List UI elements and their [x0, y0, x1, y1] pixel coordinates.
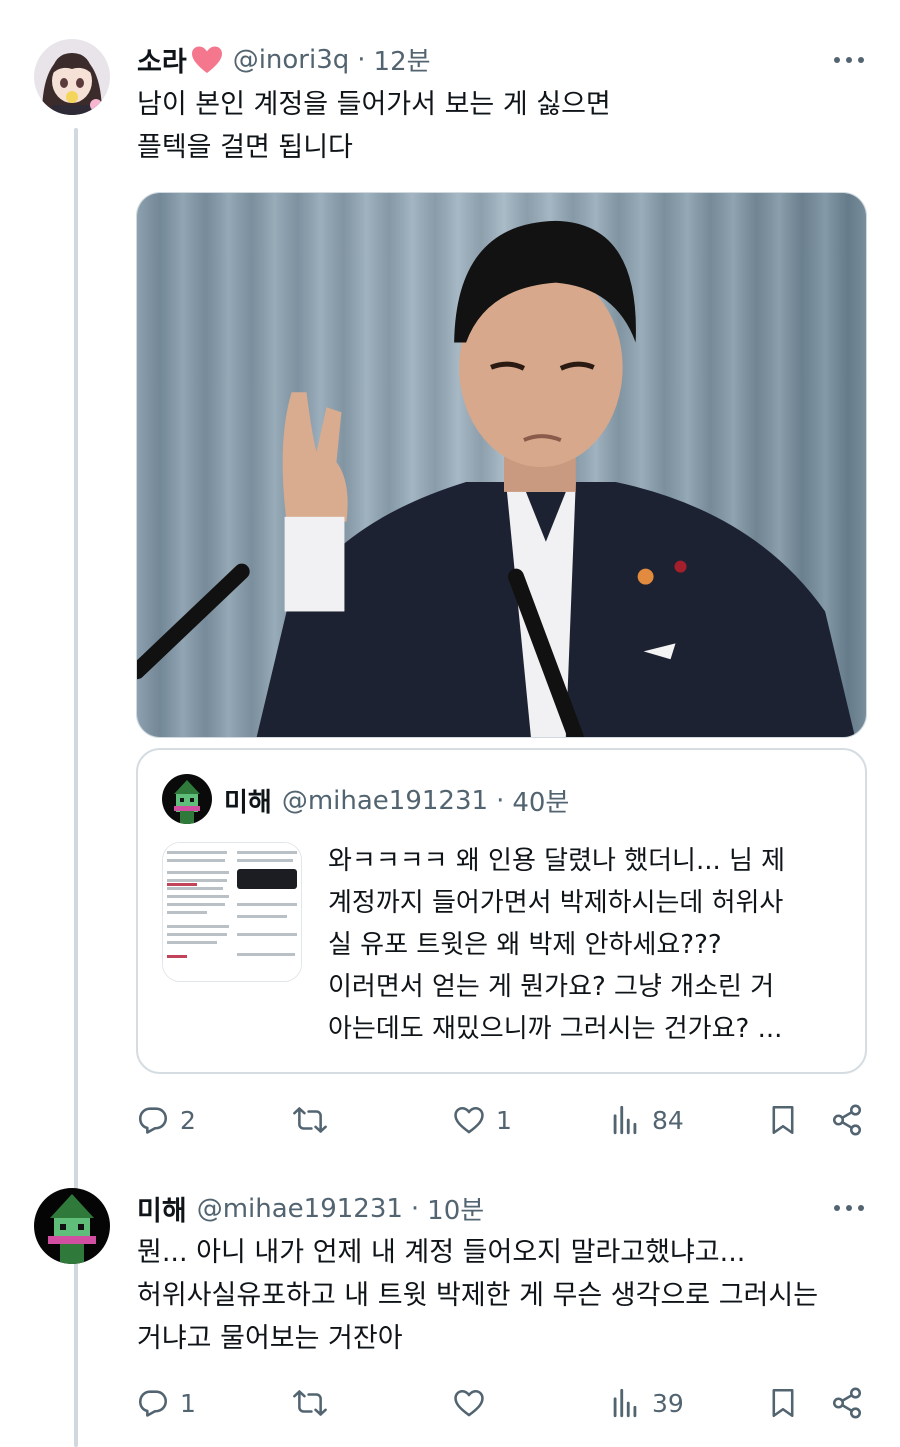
share-button[interactable]	[830, 1383, 864, 1423]
tweet1-display-name[interactable]: 소라	[137, 40, 187, 79]
quote-timestamp[interactable]: 40분	[512, 782, 569, 819]
tweet1-text-line: 남이 본인 계정을 들어가서 보는 게 싫으면	[137, 89, 611, 120]
tweet2-handle[interactable]: @mihae191231	[197, 1194, 403, 1224]
tweet2-text: 뭔... 아니 내가 언제 내 계정 들어오지 말라고했냐고... 허위사실유포…	[137, 1231, 872, 1360]
quote-screenshot-thumbnail[interactable]	[162, 842, 302, 982]
avatar-mihae[interactable]	[34, 1188, 110, 1264]
views-button[interactable]: 84	[608, 1100, 684, 1140]
quote-text-line: 와ㅋㅋㅋㅋ 왜 인용 달렸나 했더니... 님 제	[328, 846, 786, 876]
quote-text-line: 아는데도 재밌으니까 그러시는 건가요? ...	[328, 1014, 783, 1044]
tweet1-text: 남이 본인 계정을 들어가서 보는 게 싫으면 플텍을 걸면 됩니다	[137, 83, 872, 169]
views-icon	[613, 1388, 637, 1418]
tweet2-display-name[interactable]: 미해	[137, 1189, 187, 1228]
retweet-button[interactable]	[293, 1383, 337, 1423]
more-dots-icon[interactable]	[834, 55, 864, 65]
share-button[interactable]	[830, 1100, 864, 1140]
press-conference-photo	[137, 193, 866, 737]
tweet1-text-line: 플텍을 걸면 됩니다	[137, 132, 353, 163]
quote-header: 미해 @mihae191231 · 40분	[224, 782, 569, 819]
bookmark-icon	[772, 1388, 794, 1418]
view-count: 39	[652, 1388, 684, 1418]
reply-count: 1	[180, 1388, 196, 1418]
tweet2-text-line: 거냐고 물어보는 거잔아	[137, 1323, 403, 1354]
like-count: 1	[496, 1105, 512, 1135]
bookmark-icon	[772, 1105, 794, 1135]
like-button[interactable]	[452, 1383, 496, 1423]
tweet1-handle[interactable]: @inori3q	[233, 45, 350, 75]
reply-button[interactable]: 2	[136, 1100, 196, 1140]
tweet2-action-bar: 1 39	[136, 1383, 866, 1423]
retweet-button[interactable]	[293, 1100, 337, 1140]
tweet2-timestamp[interactable]: 10분	[427, 1190, 484, 1227]
tweet1-photo[interactable]	[136, 192, 867, 738]
quote-text-line: 이러면서 얻는 게 뭔가요? 그냥 개소린 거	[328, 972, 775, 1002]
views-button[interactable]: 39	[608, 1383, 684, 1423]
tweet2-text-line: 뭔... 아니 내가 언제 내 계정 들어오지 말라고했냐고...	[137, 1237, 746, 1268]
quote-text-line: 계정까지 들어가면서 박제하시는데 허위사	[328, 888, 784, 918]
heart-icon	[454, 1389, 484, 1417]
avatar-sora[interactable]	[34, 39, 110, 115]
views-icon	[613, 1105, 637, 1135]
bookmark-button[interactable]	[766, 1383, 800, 1423]
avatar-sora-image	[34, 39, 110, 115]
screenshot-thumbnail-image	[163, 843, 301, 981]
pixel-goat-avatar	[162, 774, 212, 824]
more-dots-icon[interactable]	[834, 1203, 864, 1213]
quoted-tweet-card[interactable]: 미해 @mihae191231 · 40분 와ㅋㅋㅋㅋ 왜 인용 달렸나 했더니…	[136, 748, 867, 1074]
quote-handle[interactable]: @mihae191231	[282, 786, 488, 816]
tweet1-action-bar: 2 1 84	[136, 1100, 866, 1140]
quote-text-line: 실 유포 트윗은 왜 박제 안하세요???	[328, 930, 722, 960]
tweet2-header: 미해 @mihae191231 · 10분	[137, 1189, 484, 1228]
tweet1-timestamp[interactable]: 12분	[374, 41, 431, 78]
tweet2-text-line: 허위사실유포하고 내 트윗 박제한 게 무슨 생각으로 그러시는	[137, 1280, 819, 1311]
tweet2-separator: ·	[410, 1193, 420, 1224]
bookmark-button[interactable]	[766, 1100, 800, 1140]
tweet1-header: 소라 @inori3q · 12분	[137, 40, 431, 79]
view-count: 84	[652, 1105, 684, 1135]
quote-avatar-mihae[interactable]	[162, 774, 212, 824]
like-button[interactable]: 1	[452, 1100, 512, 1140]
retweet-icon	[293, 1390, 327, 1416]
reply-icon	[138, 1107, 168, 1134]
share-icon	[832, 1387, 862, 1419]
reply-button[interactable]: 1	[136, 1383, 196, 1423]
retweet-icon	[293, 1107, 327, 1133]
pink-heart-emoji-icon	[191, 45, 223, 75]
pixel-goat-avatar	[34, 1188, 110, 1264]
quote-text: 와ㅋㅋㅋㅋ 왜 인용 달렸나 했더니... 님 제 계정까지 들어가면서 박제하…	[328, 840, 858, 1050]
reply-icon	[138, 1390, 168, 1417]
share-icon	[832, 1104, 862, 1136]
quote-separator: ·	[496, 785, 505, 816]
heart-icon	[454, 1106, 484, 1134]
quote-display-name[interactable]: 미해	[224, 782, 272, 819]
tweet1-separator: ·	[357, 44, 366, 75]
reply-count: 2	[180, 1105, 196, 1135]
